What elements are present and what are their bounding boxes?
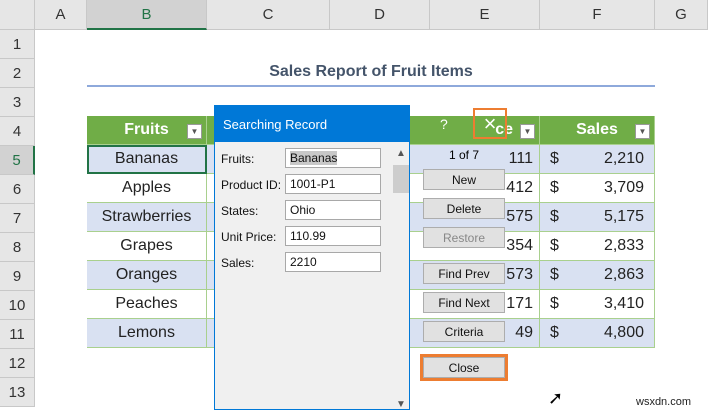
row-header[interactable]: 6 — [0, 175, 35, 204]
unit-price-value: 110.99 — [290, 229, 326, 243]
sales-cell[interactable]: $3,709 — [540, 174, 655, 203]
close-icon[interactable]: × — [473, 108, 507, 139]
fruit-cell[interactable]: Apples — [87, 174, 207, 203]
currency: $ — [550, 208, 559, 225]
filter-dropdown-icon[interactable]: ▼ — [187, 124, 202, 139]
currency: $ — [550, 295, 559, 312]
states-value: Ohio — [290, 203, 316, 217]
fruits-label: Fruits: — [221, 152, 255, 166]
sales-cell[interactable]: $2,833 — [540, 232, 655, 261]
header-label: Sales — [576, 121, 618, 138]
product-id-input[interactable]: 1001-P1 — [285, 174, 381, 194]
unit-price-input[interactable]: 110.99 — [285, 226, 381, 246]
row-header[interactable]: 12 — [0, 349, 35, 378]
restore-button[interactable]: Restore — [423, 227, 505, 248]
sales-value: 4,800 — [603, 324, 644, 341]
sales-value: 2210 — [290, 255, 317, 269]
fruit-cell[interactable]: Lemons — [87, 319, 207, 348]
states-label: States: — [221, 204, 259, 218]
scroll-thumb[interactable] — [393, 165, 409, 193]
column-header[interactable]: E — [430, 0, 540, 30]
sales-value: 3,410 — [603, 295, 644, 312]
sales-label: Sales: — [221, 256, 255, 270]
row-header[interactable]: 10 — [0, 291, 35, 320]
dialog-title-bar[interactable]: Searching Record ? × — [215, 106, 507, 142]
row-header[interactable]: 5 — [0, 146, 35, 175]
select-all[interactable] — [0, 0, 35, 30]
column-header[interactable]: F — [540, 0, 655, 30]
sales-cell[interactable]: $4,800 — [540, 319, 655, 348]
find-prev-button[interactable]: Find Prev — [423, 263, 505, 284]
unit-price-label: Unit Price: — [221, 230, 277, 244]
product-id-value: 1001-P1 — [290, 177, 336, 191]
fruits-input[interactable]: Bananas — [285, 148, 381, 168]
sales-cell[interactable]: $2,863 — [540, 261, 655, 290]
fruit-cell[interactable]: Grapes — [87, 232, 207, 261]
record-counter: 1 of 7 — [448, 148, 480, 162]
row-header[interactable]: 11 — [0, 320, 35, 349]
report-title: Sales Report of Fruit Items — [87, 58, 655, 87]
header-sales: Sales ▼ — [540, 116, 655, 145]
product-id-label: Product ID: — [221, 178, 282, 192]
delete-button[interactable]: Delete — [423, 198, 505, 219]
close-button[interactable]: Close — [420, 354, 508, 381]
row-header[interactable]: 8 — [0, 233, 35, 262]
column-header[interactable]: G — [655, 0, 708, 30]
filter-dropdown-icon[interactable]: ▼ — [635, 124, 650, 139]
fruit-cell[interactable]: Peaches — [87, 290, 207, 319]
sales-value: 3,709 — [603, 179, 644, 196]
watermark: wsxdn.com — [636, 396, 692, 408]
currency: $ — [550, 179, 559, 196]
row-header[interactable]: 7 — [0, 204, 35, 233]
row-header[interactable]: 3 — [0, 88, 35, 117]
sales-value: 5,175 — [603, 208, 644, 225]
column-header[interactable]: B — [87, 0, 207, 30]
criteria-button[interactable]: Criteria — [423, 321, 505, 342]
find-next-button[interactable]: Find Next — [423, 292, 505, 313]
fruit-cell[interactable]: Strawberries — [87, 203, 207, 232]
fruits-value: Bananas — [290, 151, 338, 165]
fruit-cell[interactable]: Oranges — [87, 261, 207, 290]
currency: $ — [550, 324, 559, 341]
filter-dropdown-icon[interactable]: ▼ — [520, 124, 535, 139]
scroll-down-icon[interactable]: ▼ — [393, 399, 409, 410]
searching-record-dialog: Searching Record ? × Fruits: Bananas Pro… — [214, 105, 508, 410]
header-fruits: Fruits ▼ — [87, 116, 207, 145]
sales-value: 2,863 — [603, 266, 644, 283]
column-header[interactable]: A — [35, 0, 87, 30]
row-header[interactable]: 4 — [0, 117, 35, 146]
help-button[interactable]: ? — [440, 116, 448, 132]
scroll-up-icon[interactable]: ▲ — [393, 148, 409, 159]
currency: $ — [550, 266, 559, 283]
currency: $ — [550, 237, 559, 254]
currency: $ — [550, 150, 559, 167]
column-header[interactable]: C — [207, 0, 330, 30]
row-header[interactable]: 13 — [0, 378, 35, 407]
sales-cell[interactable]: $2,210 — [540, 145, 655, 174]
row-header[interactable]: 2 — [0, 59, 35, 88]
record-scrollbar[interactable]: ▲ ▼ — [393, 148, 409, 410]
new-button[interactable]: New — [423, 169, 505, 190]
sales-cell[interactable]: $3,410 — [540, 290, 655, 319]
row-header[interactable]: 9 — [0, 262, 35, 291]
dialog-title: Searching Record — [223, 117, 328, 132]
column-header[interactable]: D — [330, 0, 430, 30]
states-input[interactable]: Ohio — [285, 200, 381, 220]
sales-value: 2,210 — [603, 150, 644, 167]
mouse-cursor-icon: ➚ — [548, 388, 564, 408]
sales-input[interactable]: 2210 — [285, 252, 381, 272]
header-label: Fruits — [124, 121, 169, 138]
row-header[interactable]: 1 — [0, 30, 35, 59]
fruit-cell[interactable]: Bananas — [87, 145, 207, 174]
sales-cell[interactable]: $5,175 — [540, 203, 655, 232]
sales-value: 2,833 — [603, 237, 644, 254]
